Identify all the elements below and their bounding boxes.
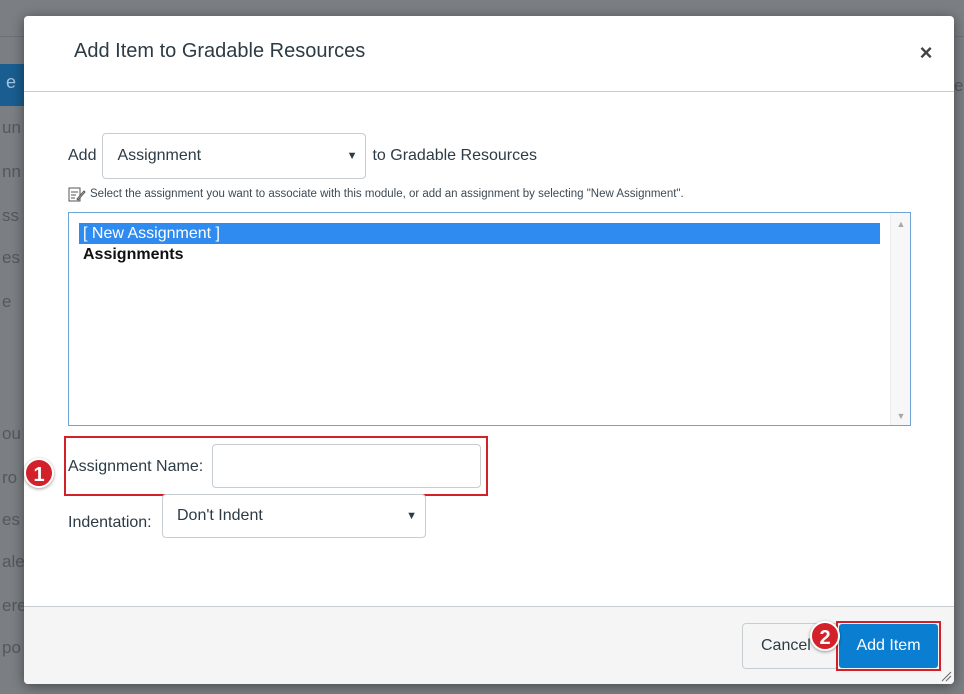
- add-item-button[interactable]: Add Item: [839, 624, 938, 668]
- indentation-label: Indentation:: [68, 514, 152, 531]
- background-text-fragment: ou: [2, 424, 21, 443]
- background-text-fragment: un: [2, 118, 21, 137]
- item-type-selected-value: Assignment: [117, 147, 202, 164]
- list-option-assignments[interactable]: Assignments: [79, 244, 880, 265]
- assignment-name-input[interactable]: [212, 444, 481, 488]
- background-text-fragment: ss: [2, 206, 19, 225]
- background-text-fragment: po: [2, 638, 21, 657]
- background-button-fragment: e: [0, 64, 24, 106]
- listbox-scrollbar[interactable]: ▲ ▼: [890, 213, 910, 425]
- close-button[interactable]: ×: [916, 42, 936, 64]
- chevron-down-icon: ▼: [406, 510, 417, 522]
- background-text-fragment: e: [6, 72, 17, 92]
- dialog-header: Add Item to Gradable Resources ×: [24, 16, 954, 92]
- add-item-dialog: Add Item to Gradable Resources × Add Ass…: [24, 16, 954, 684]
- step-2-badge: 2: [810, 621, 840, 651]
- list-option-new-assignment[interactable]: [ New Assignment ]: [79, 223, 880, 244]
- listbox-options: [ New Assignment ] Assignments: [79, 223, 880, 265]
- background-text-fragment: es: [2, 510, 20, 529]
- scroll-up-arrow-icon[interactable]: ▲: [891, 219, 911, 229]
- background-text-fragment: ale: [2, 552, 25, 571]
- add-suffix-label: to Gradable Resources: [372, 147, 537, 164]
- scroll-down-arrow-icon[interactable]: ▼: [891, 411, 911, 421]
- add-prefix-label: Add: [68, 147, 97, 164]
- hint-row: Select the assignment you want to associ…: [68, 186, 684, 202]
- assignment-listbox[interactable]: [ New Assignment ] Assignments ▲ ▼: [68, 212, 911, 426]
- step-1-badge: 1: [24, 458, 54, 488]
- chevron-down-icon: ▼: [346, 150, 358, 162]
- background-text-fragment: e: [954, 76, 964, 95]
- background-text-fragment: ro: [2, 468, 18, 487]
- item-type-select[interactable]: Assignment ▼: [102, 133, 367, 179]
- background-text-fragment: e: [2, 292, 12, 311]
- indentation-selected-value: Don't Indent: [177, 507, 263, 524]
- add-type-row: Add Assignment ▼ to Gradable Resources: [68, 133, 537, 179]
- background-text-fragment: nn: [2, 162, 21, 181]
- assignment-name-label: Assignment Name:: [68, 458, 204, 475]
- edit-note-icon: [68, 187, 86, 202]
- dialog-title: Add Item to Gradable Resources: [74, 40, 366, 62]
- indentation-select[interactable]: Don't Indent ▼: [162, 494, 426, 538]
- background-text-fragment: es: [2, 248, 20, 267]
- hint-text: Select the assignment you want to associ…: [90, 188, 684, 200]
- close-icon: ×: [919, 40, 933, 65]
- resize-grip-icon[interactable]: [940, 670, 952, 682]
- background-text-fragment: ere: [2, 596, 27, 615]
